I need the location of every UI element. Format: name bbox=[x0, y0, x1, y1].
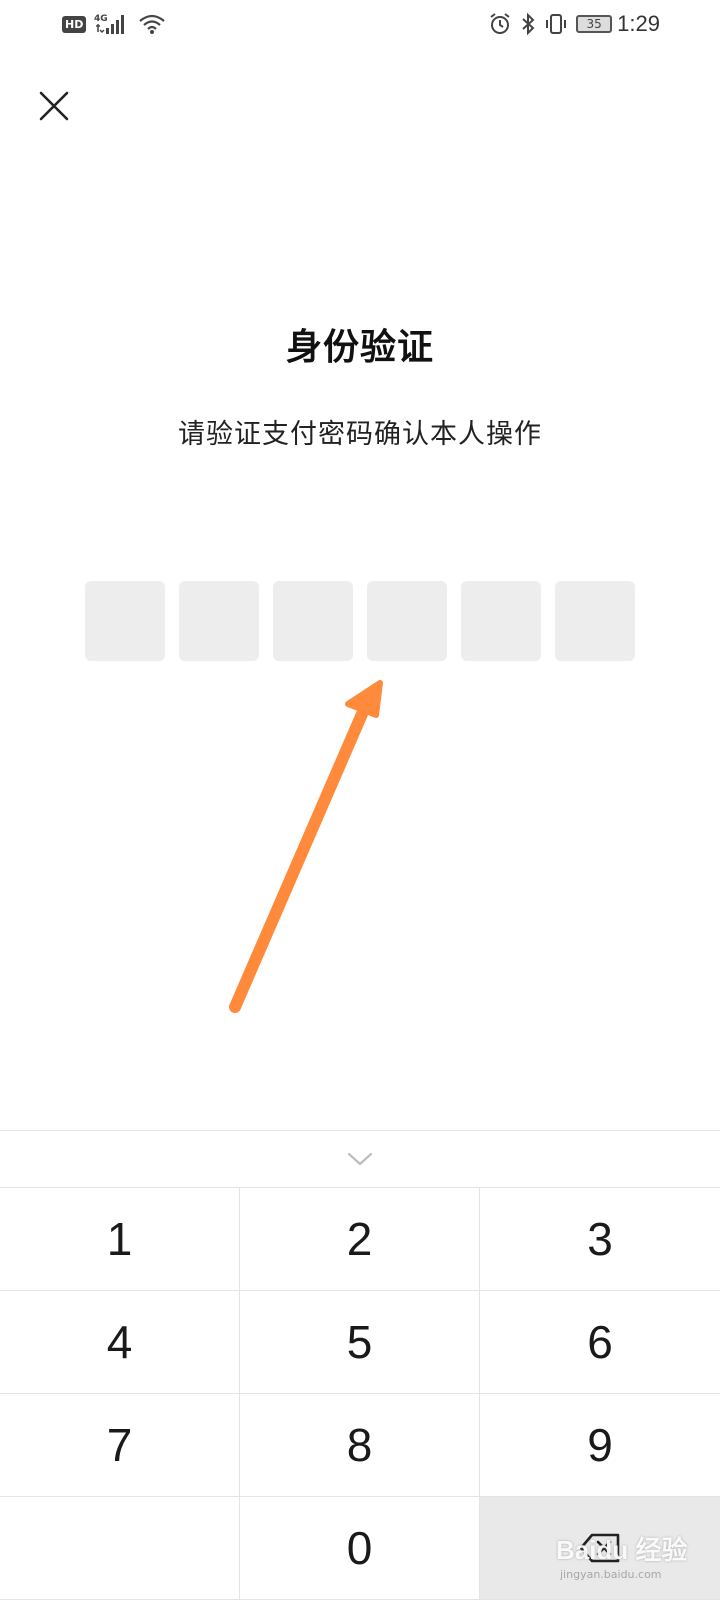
pin-digit-box-5[interactable] bbox=[461, 581, 541, 661]
key-3[interactable]: 3 bbox=[480, 1188, 720, 1291]
key-5[interactable]: 5 bbox=[240, 1291, 480, 1394]
key-4[interactable]: 4 bbox=[0, 1291, 240, 1394]
key-2[interactable]: 2 bbox=[240, 1188, 480, 1291]
pin-digit-box-3[interactable] bbox=[273, 581, 353, 661]
status-bar-left: HD 4G bbox=[62, 10, 166, 38]
status-bar-right: 35 1:29 bbox=[488, 10, 660, 38]
keypad-collapse-button[interactable] bbox=[0, 1131, 720, 1188]
page-title: 身份验证 bbox=[285, 327, 434, 368]
pin-digit-box-4[interactable] bbox=[367, 581, 447, 661]
page-subtitle: 请验证支付密码确认本人操作 bbox=[178, 419, 542, 450]
pin-digit-box-6[interactable] bbox=[555, 581, 635, 661]
key-9[interactable]: 9 bbox=[480, 1394, 720, 1497]
key-grid: 1 2 3 4 5 6 7 8 9 0 bbox=[0, 1188, 720, 1600]
status-time: 1:29 bbox=[617, 11, 660, 36]
status-bar: HD 4G 35 1:29 bbox=[0, 0, 720, 48]
key-empty bbox=[0, 1497, 240, 1600]
alarm-icon bbox=[488, 12, 512, 36]
key-0[interactable]: 0 bbox=[240, 1497, 480, 1600]
vibrate-icon bbox=[544, 12, 568, 36]
pin-digit-box-2[interactable] bbox=[179, 581, 259, 661]
close-button[interactable] bbox=[34, 86, 74, 126]
chevron-down-icon bbox=[347, 1152, 373, 1166]
wifi-icon bbox=[138, 12, 166, 36]
key-8[interactable]: 8 bbox=[240, 1394, 480, 1497]
close-icon bbox=[39, 91, 69, 121]
signal-icon: 4G bbox=[94, 12, 130, 36]
hd-badge: HD bbox=[62, 15, 87, 33]
svg-text:4G: 4G bbox=[94, 14, 108, 24]
battery-icon: 35 bbox=[576, 15, 613, 33]
numeric-keypad: 1 2 3 4 5 6 7 8 9 0 bbox=[0, 1130, 720, 1600]
pin-input[interactable] bbox=[85, 581, 635, 661]
key-6[interactable]: 6 bbox=[480, 1291, 720, 1394]
pin-digit-box-1[interactable] bbox=[85, 581, 165, 661]
bluetooth-icon bbox=[520, 12, 536, 36]
key-1[interactable]: 1 bbox=[0, 1188, 240, 1291]
key-7[interactable]: 7 bbox=[0, 1394, 240, 1497]
backspace-icon bbox=[579, 1533, 620, 1563]
backspace-button[interactable] bbox=[480, 1497, 720, 1600]
battery-level: 35 bbox=[576, 15, 613, 33]
